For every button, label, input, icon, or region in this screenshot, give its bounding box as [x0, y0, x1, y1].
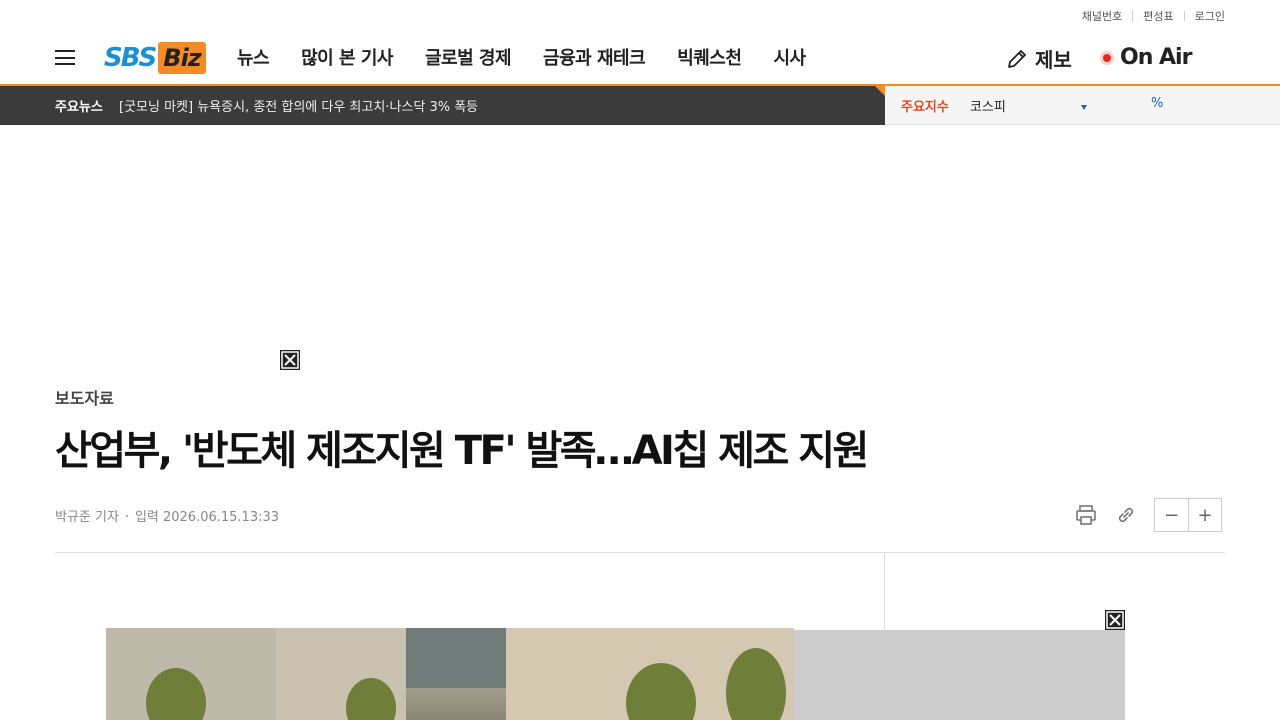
ad-close-icon[interactable]	[1105, 610, 1125, 630]
index-percent: %	[1151, 96, 1164, 111]
site-header: SBS Biz 뉴스 많이 본 기사 글로벌 경제 금융과 재테크 빅퀘스천 시…	[0, 30, 1280, 85]
nav-most-viewed[interactable]: 많이 본 기사	[301, 44, 393, 70]
ticker-tag: 주요뉴스	[55, 100, 103, 115]
article-category[interactable]: 보도자료	[55, 385, 114, 409]
live-dot-icon	[1100, 50, 1114, 65]
tip-label: 제보	[1035, 48, 1072, 72]
nav-global-economy[interactable]: 글로벌 경제	[425, 44, 512, 70]
article-tools: − +	[1074, 498, 1222, 532]
meta-separator	[125, 514, 128, 517]
font-increase-button[interactable]: +	[1188, 499, 1221, 531]
article-photo	[106, 628, 794, 720]
utility-bar: 채널번호 편성표 로그인	[0, 0, 1280, 30]
tip-button[interactable]: 제보	[1005, 44, 1072, 73]
ticker-headline[interactable]: [굿모닝 마켓] 뉴욕증시, 종전 합의에 다우 최고치·나스닥 3% 폭등	[119, 96, 478, 115]
nav-finance[interactable]: 금융과 재테크	[543, 44, 646, 70]
on-air-label: On Air	[1120, 45, 1192, 70]
article-meta: 박규준 기자 입력 2026.06.15.13:33	[55, 506, 279, 525]
link-icon[interactable]	[1114, 503, 1138, 527]
channel-number-link[interactable]: 채널번호	[1082, 8, 1122, 24]
login-link[interactable]: 로그인	[1195, 8, 1225, 24]
on-air-button[interactable]: On Air	[1100, 45, 1192, 70]
ad-close-icon[interactable]	[280, 350, 300, 370]
article-divider	[55, 552, 1225, 553]
market-index: 주요지수 코스피 %	[885, 86, 1280, 125]
nav-news[interactable]: 뉴스	[237, 44, 270, 70]
logo-biz: Biz	[158, 42, 206, 74]
index-name[interactable]: 코스피	[970, 96, 1006, 115]
divider	[1132, 11, 1134, 21]
reporter-name[interactable]: 박규준 기자	[55, 506, 119, 525]
site-logo[interactable]: SBS Biz	[104, 41, 206, 75]
index-label: 주요지수	[901, 100, 949, 115]
publish-date: 입력 2026.06.15.13:33	[134, 510, 280, 525]
ticker-corner	[875, 86, 885, 96]
utility-links: 채널번호 편성표 로그인	[1082, 8, 1225, 24]
article-title: 산업부, '반도체 제조지원 TF' 발족…AI칩 제조 지원	[55, 428, 869, 474]
news-ticker: 주요뉴스 [굿모닝 마켓] 뉴욕증시, 종전 합의에 다우 최고치·나스닥 3%…	[0, 86, 885, 125]
nav-current-affairs[interactable]: 시사	[773, 44, 806, 70]
divider	[1183, 11, 1185, 21]
logo-sbs: SBS	[104, 43, 157, 73]
ad-placeholder	[794, 630, 1125, 720]
font-size-control: − +	[1154, 498, 1222, 532]
main-nav: 뉴스 많이 본 기사 글로벌 경제 금융과 재테크 빅퀘스천 시사	[237, 44, 806, 70]
font-decrease-button[interactable]: −	[1155, 499, 1188, 531]
menu-icon[interactable]	[55, 50, 75, 65]
down-arrow-icon	[1081, 105, 1087, 110]
nav-big-question[interactable]: 빅퀘스천	[677, 44, 742, 70]
print-icon[interactable]	[1074, 503, 1098, 527]
schedule-link[interactable]: 편성표	[1143, 8, 1173, 24]
pencil-icon	[1008, 49, 1026, 68]
